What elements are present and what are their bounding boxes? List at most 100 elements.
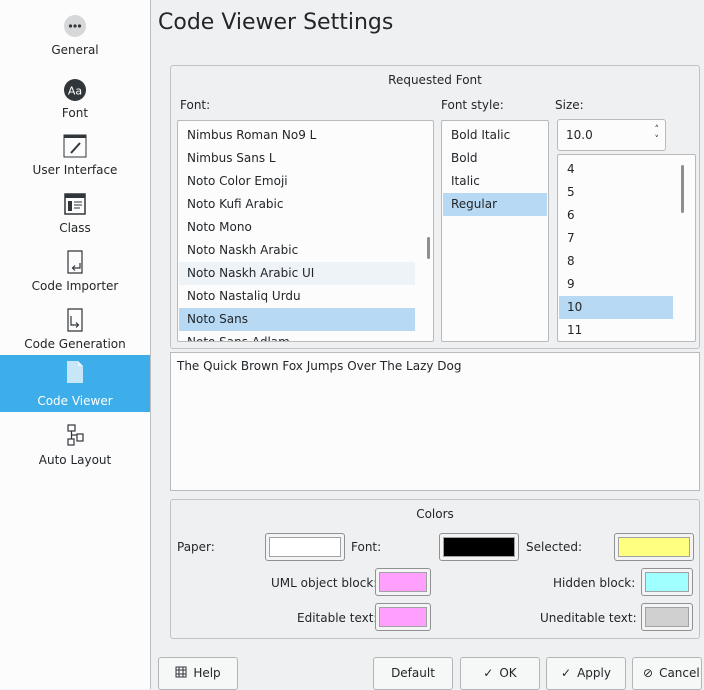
help-button[interactable]: Help bbox=[158, 657, 238, 690]
list-item[interactable]: 5 bbox=[559, 181, 671, 204]
list-item[interactable]: Noto Mono bbox=[179, 216, 419, 239]
list-item[interactable]: Noto Naskh Arabic UI bbox=[179, 262, 415, 285]
sidebar-item-label: Code Generation bbox=[24, 337, 126, 351]
list-item-selected[interactable]: 10 bbox=[559, 296, 673, 319]
document-icon bbox=[67, 361, 83, 383]
editable-text-color-swatch bbox=[379, 607, 427, 627]
size-label: Size: bbox=[555, 98, 584, 112]
list-item[interactable]: Nimbus Sans L bbox=[179, 147, 419, 170]
sidebar-item-label: Code Importer bbox=[31, 279, 119, 293]
preview-text: The Quick Brown Fox Jumps Over The Lazy … bbox=[177, 359, 462, 373]
font-color-button[interactable] bbox=[439, 533, 519, 561]
paper-label: Paper: bbox=[177, 540, 215, 554]
list-item[interactable]: 7 bbox=[559, 227, 671, 250]
list-item[interactable]: Noto Kufi Arabic bbox=[179, 193, 419, 216]
sidebar-item-class[interactable]: Class bbox=[0, 188, 150, 245]
size-spinbox[interactable]: 10.0 ˄ ˅ bbox=[557, 119, 666, 151]
list-item[interactable]: Bold Italic bbox=[443, 124, 547, 147]
uml-object-block-label: UML object block: bbox=[271, 576, 378, 590]
class-icon bbox=[64, 193, 86, 215]
chevron-up-icon[interactable]: ˄ bbox=[655, 126, 660, 135]
uml-object-block-color-swatch bbox=[379, 572, 427, 592]
editable-text-label: Editable text: bbox=[297, 611, 378, 625]
selected-color-swatch bbox=[618, 537, 690, 557]
ok-button[interactable]: ✓ OK bbox=[460, 657, 540, 690]
size-list[interactable]: 4 5 6 7 8 9 10 11 bbox=[557, 154, 696, 342]
list-item[interactable]: Bold bbox=[443, 147, 547, 170]
paper-color-button[interactable] bbox=[265, 533, 345, 561]
list-item[interactable]: Noto Sans Adlam bbox=[179, 331, 419, 341]
uml-object-block-color-button[interactable] bbox=[375, 568, 431, 596]
sidebar-item-code-viewer[interactable]: Code Viewer bbox=[0, 355, 150, 412]
default-button[interactable]: Default bbox=[373, 657, 453, 690]
selected-color-button[interactable] bbox=[614, 533, 694, 561]
auto-layout-icon bbox=[67, 424, 84, 446]
chevron-down-icon[interactable]: ˅ bbox=[655, 136, 660, 145]
list-item[interactable]: Noto Naskh Arabic bbox=[179, 239, 419, 262]
list-item[interactable]: 9 bbox=[559, 273, 671, 296]
sidebar-item-auto-layout[interactable]: Auto Layout bbox=[0, 419, 150, 476]
cancel-button[interactable]: ⊘ Cancel bbox=[632, 657, 702, 690]
list-item[interactable]: Noto Nastaliq Urdu bbox=[179, 285, 419, 308]
list-item[interactable]: 8 bbox=[559, 250, 671, 273]
help-icon bbox=[175, 666, 187, 678]
hidden-block-color-swatch bbox=[645, 572, 689, 592]
size-value: 10.0 bbox=[566, 128, 593, 142]
ok-button-label: OK bbox=[499, 666, 517, 680]
default-button-label: Default bbox=[391, 666, 435, 680]
cancel-icon: ⊘ bbox=[643, 666, 654, 680]
font-color-label: Font: bbox=[351, 540, 382, 554]
sidebar-item-label: Class bbox=[59, 221, 91, 235]
checkmark-icon: ✓ bbox=[561, 666, 572, 680]
sidebar-item-font[interactable]: Aa Font bbox=[0, 74, 150, 131]
hidden-block-label: Hidden block: bbox=[553, 576, 636, 590]
font-style-list[interactable]: Bold Italic Bold Italic Regular bbox=[441, 120, 549, 342]
sidebar-item-code-generation[interactable]: Code Generation bbox=[0, 304, 150, 361]
checkmark-icon: ✓ bbox=[483, 666, 494, 680]
cancel-button-label: Cancel bbox=[659, 666, 700, 680]
apply-button[interactable]: ✓ Apply bbox=[546, 657, 626, 690]
list-item[interactable]: 6 bbox=[559, 204, 671, 227]
sidebar-item-label: Auto Layout bbox=[38, 453, 112, 467]
list-item-selected[interactable]: Noto Sans bbox=[179, 308, 415, 331]
list-item[interactable]: 11 bbox=[559, 319, 671, 341]
font-label: Font: bbox=[180, 98, 211, 112]
sidebar-item-label: Font bbox=[61, 106, 89, 120]
page-title: Code Viewer Settings bbox=[158, 10, 394, 35]
list-item[interactable]: 4 bbox=[559, 158, 671, 181]
list-item[interactable]: Nimbus Roman No9 L bbox=[179, 124, 419, 147]
font-list[interactable]: Nimbus Roman No9 L Nimbus Sans L Noto Co… bbox=[177, 120, 434, 342]
sidebar-item-general[interactable]: General bbox=[0, 10, 150, 67]
sidebar: General Aa Font User Interface Class Cod… bbox=[0, 0, 151, 689]
sidebar-item-code-importer[interactable]: Code Importer bbox=[0, 246, 150, 303]
pen-icon bbox=[63, 134, 87, 158]
group-title: Colors bbox=[416, 507, 454, 521]
requested-font-group: Requested Font Font: Font style: Size: N… bbox=[170, 65, 700, 349]
uneditable-text-color-swatch bbox=[645, 607, 689, 627]
editable-text-color-button[interactable] bbox=[375, 603, 431, 631]
selected-color-label: Selected: bbox=[526, 540, 583, 554]
apply-button-label: Apply bbox=[577, 666, 611, 680]
size-list-scrollbar[interactable] bbox=[681, 165, 684, 213]
uneditable-text-color-button[interactable] bbox=[641, 603, 693, 631]
colors-group: Colors Paper: Font: Selected: UML object… bbox=[170, 499, 700, 639]
sidebar-item-label: User Interface bbox=[32, 163, 118, 177]
list-item[interactable]: Italic bbox=[443, 170, 547, 193]
font-list-scrollbar[interactable] bbox=[427, 237, 430, 259]
font-style-label: Font style: bbox=[441, 98, 504, 112]
list-item-selected[interactable]: Regular bbox=[443, 193, 547, 216]
paper-color-swatch bbox=[269, 537, 341, 557]
help-button-label: Help bbox=[193, 666, 221, 680]
sidebar-item-label: Code Viewer bbox=[37, 394, 113, 408]
group-title: Requested Font bbox=[388, 73, 482, 87]
sidebar-item-user-interface[interactable]: User Interface bbox=[0, 130, 150, 187]
sidebar-item-label: General bbox=[51, 43, 99, 57]
ellipsis-icon bbox=[64, 15, 86, 37]
font-preview[interactable]: The Quick Brown Fox Jumps Over The Lazy … bbox=[170, 352, 700, 491]
hidden-block-color-button[interactable] bbox=[641, 568, 693, 596]
font-color-swatch bbox=[443, 537, 515, 557]
font-aa-icon: Aa bbox=[64, 79, 86, 101]
code-generation-icon bbox=[67, 308, 83, 332]
list-item[interactable]: Noto Color Emoji bbox=[179, 170, 419, 193]
svg-text:Aa: Aa bbox=[68, 85, 82, 98]
